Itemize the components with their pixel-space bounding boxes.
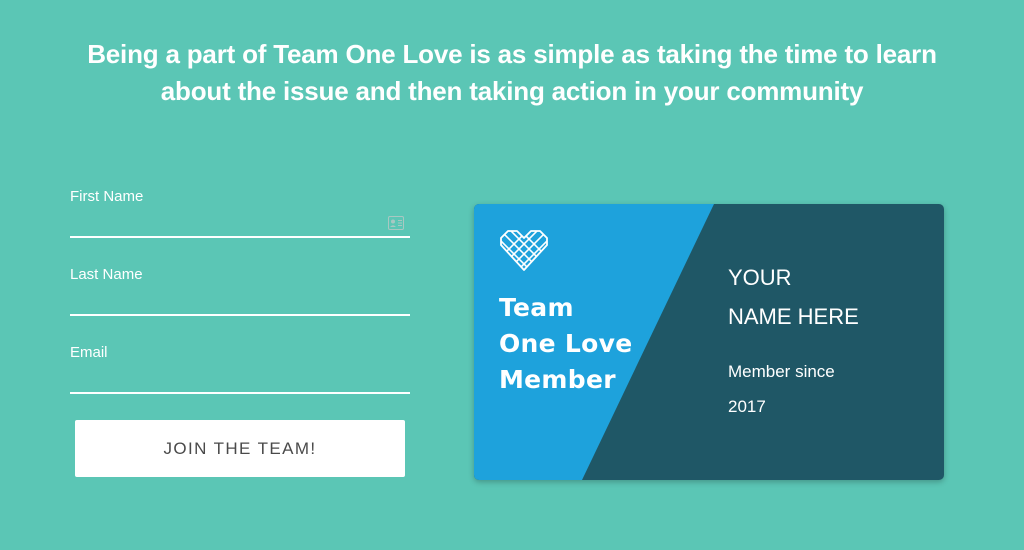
email-input[interactable] (70, 366, 410, 394)
last-name-label: Last Name (70, 266, 143, 283)
contact-card-icon[interactable] (388, 216, 404, 230)
member-since-label: Member since (728, 362, 835, 381)
last-name-input[interactable] (70, 288, 410, 316)
page-headline: Being a part of Team One Love is as simp… (40, 36, 984, 110)
first-name-field: First Name (70, 186, 410, 264)
member-since: Member since 2017 (728, 354, 928, 424)
card-title-line-3: Member (499, 365, 616, 394)
card-title-line-1: Team (499, 293, 574, 322)
member-card: Team One Love Member YOUR NAME HERE Memb… (474, 204, 944, 480)
first-name-label: First Name (70, 188, 144, 205)
first-name-input[interactable] (70, 210, 410, 238)
heart-icon (500, 230, 548, 271)
member-card-title: Team One Love Member (499, 290, 679, 398)
card-title-line-2: One Love (499, 329, 633, 358)
join-the-team-button[interactable]: JOIN THE TEAM! (75, 420, 405, 477)
headline-line-1: Being a part of Team One Love is as simp… (87, 39, 937, 69)
last-name-field: Last Name (70, 264, 410, 342)
email-field: Email (70, 342, 410, 420)
member-since-year: 2017 (728, 397, 766, 416)
headline-line-2: about the issue and then taking action i… (160, 76, 864, 106)
card-name-line-1: YOUR (728, 265, 792, 290)
member-name-placeholder: YOUR NAME HERE (728, 258, 928, 336)
card-name-line-2: NAME HERE (728, 304, 859, 329)
email-label: Email (70, 344, 108, 361)
signup-form: First Name Last Name Email (70, 186, 410, 420)
